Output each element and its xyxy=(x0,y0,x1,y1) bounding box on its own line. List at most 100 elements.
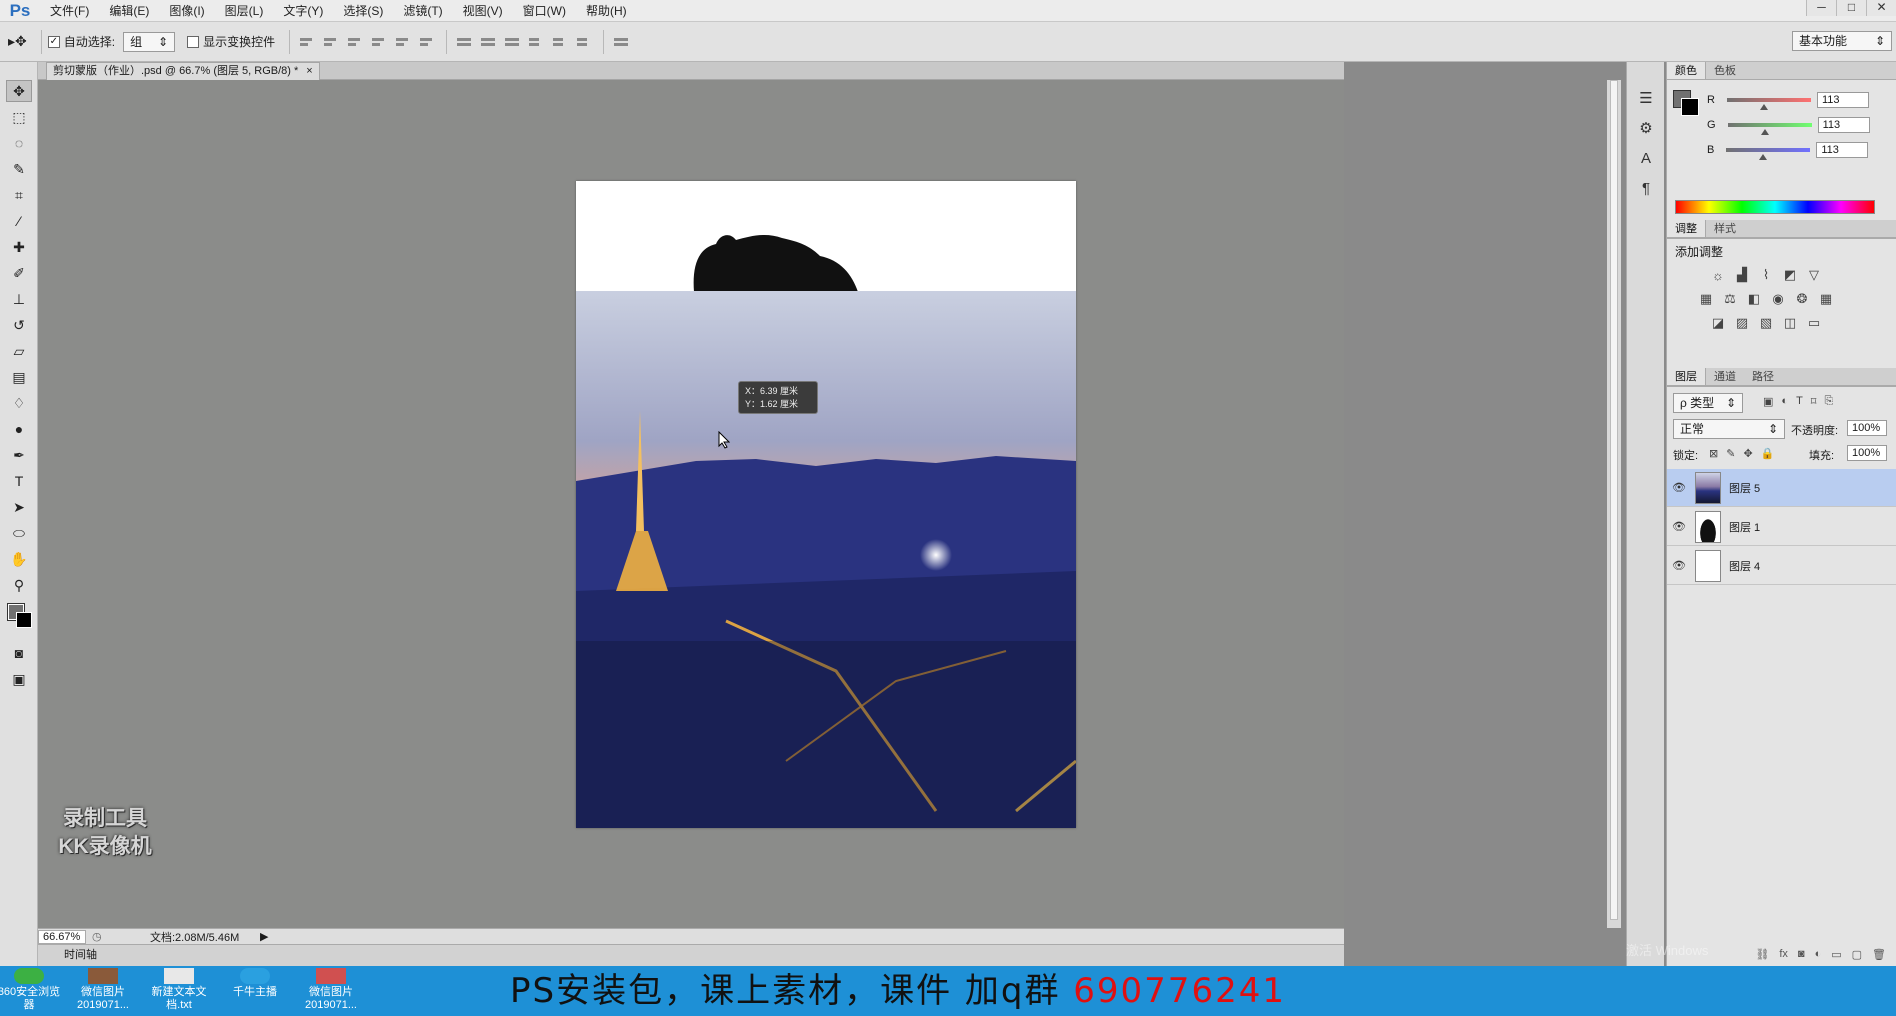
path-select-tool-icon[interactable]: ➤ xyxy=(6,496,32,518)
filter-smart-object-icon[interactable]: ⎘ xyxy=(1824,395,1833,408)
vertical-scrollbar[interactable] xyxy=(1607,80,1621,928)
levels-icon[interactable]: ▟ xyxy=(1733,267,1751,283)
taskbar-item-wechat-image-1[interactable]: 微信图片 2019071... xyxy=(68,968,138,1012)
filter-adjustment-icon[interactable]: ◐ xyxy=(1781,395,1788,408)
layer-row-4[interactable]: 👁 图层 4 xyxy=(1667,547,1896,585)
pen-tool-icon[interactable]: ✒ xyxy=(6,444,32,466)
document-tab[interactable]: 剪切蒙版（作业）.psd @ 66.7% (图层 5, RGB/8) * × xyxy=(46,62,320,80)
distribute-hcenter-icon[interactable] xyxy=(553,34,569,50)
black-white-icon[interactable]: ◧ xyxy=(1745,291,1763,307)
blend-mode-dropdown[interactable]: 正常 ⇕ xyxy=(1673,419,1785,439)
layer-style-icon[interactable]: fx xyxy=(1779,948,1788,966)
menu-filter[interactable]: 滤镜(T) xyxy=(393,2,452,19)
posterize-icon[interactable]: ▨ xyxy=(1733,315,1751,331)
minimize-button[interactable]: ─ xyxy=(1806,0,1836,16)
lock-all-icon[interactable]: 🔒 xyxy=(1761,447,1775,460)
red-slider-track[interactable] xyxy=(1726,98,1811,110)
menu-select[interactable]: 选择(S) xyxy=(333,2,393,19)
green-slider-track[interactable] xyxy=(1727,123,1812,135)
blue-value-field[interactable]: 113 xyxy=(1816,142,1869,158)
taskbar-item-qianniu[interactable]: 千牛主播 xyxy=(220,968,290,999)
type-tool-icon[interactable]: T xyxy=(6,470,32,492)
quick-mask-icon[interactable]: ◙ xyxy=(6,642,32,664)
red-value-field[interactable]: 113 xyxy=(1816,92,1869,108)
visibility-eye-icon[interactable]: 👁 xyxy=(1667,559,1691,572)
taskbar-item-text-file[interactable]: 新建文本文档.txt xyxy=(144,968,214,1012)
menu-edit[interactable]: 编辑(E) xyxy=(99,2,159,19)
tab-paths[interactable]: 路径 xyxy=(1744,368,1782,385)
auto-select-checkbox[interactable]: ✓ xyxy=(47,35,60,48)
exposure-icon[interactable]: ◩ xyxy=(1781,267,1799,283)
zoom-tool-icon[interactable]: ⚲ xyxy=(6,574,32,596)
distribute-left-icon[interactable] xyxy=(529,34,545,50)
lock-transparent-icon[interactable]: ⊠ xyxy=(1709,447,1718,460)
hue-saturation-icon[interactable]: ▦ xyxy=(1697,291,1715,307)
screen-mode-icon[interactable]: ▣ xyxy=(6,668,32,690)
add-mask-icon[interactable]: ◙ xyxy=(1798,948,1805,966)
dodge-tool-icon[interactable]: ● xyxy=(6,418,32,440)
align-left-icon[interactable] xyxy=(372,34,388,50)
move-tool-icon[interactable]: ✥ xyxy=(6,80,32,102)
tab-color[interactable]: 颜色 xyxy=(1667,62,1706,79)
layer-name[interactable]: 图层 4 xyxy=(1729,558,1760,574)
distribute-bottom-icon[interactable] xyxy=(505,34,521,50)
delete-layer-icon[interactable]: 🗑 xyxy=(1872,948,1886,966)
lock-pixels-icon[interactable]: ✎ xyxy=(1726,447,1735,460)
menu-type[interactable]: 文字(Y) xyxy=(273,2,333,19)
timeline-panel-tab[interactable]: 时间轴 xyxy=(38,944,1344,966)
new-layer-icon[interactable]: ▢ xyxy=(1852,948,1862,966)
paragraph-panel-icon[interactable]: ¶ xyxy=(1632,176,1660,200)
blue-slider-track[interactable] xyxy=(1726,148,1811,160)
visibility-eye-icon[interactable]: 👁 xyxy=(1667,481,1691,494)
distribute-vcenter-icon[interactable] xyxy=(481,34,497,50)
brightness-contrast-icon[interactable]: ☼ xyxy=(1709,267,1727,283)
invert-icon[interactable]: ◪ xyxy=(1709,315,1727,331)
color-swatches[interactable] xyxy=(4,602,34,636)
layer-name[interactable]: 图层 1 xyxy=(1729,519,1760,535)
opacity-field[interactable]: 100% xyxy=(1847,420,1887,436)
menu-help[interactable]: 帮助(H) xyxy=(576,2,637,19)
menu-layer[interactable]: 图层(L) xyxy=(215,2,274,19)
fill-field[interactable]: 100% xyxy=(1847,445,1887,461)
color-lookup-icon[interactable]: ▦ xyxy=(1817,291,1835,307)
blur-tool-icon[interactable]: ♢ xyxy=(6,392,32,414)
character-panel-icon[interactable]: A xyxy=(1632,146,1660,170)
eraser-tool-icon[interactable]: ▱ xyxy=(6,340,32,362)
align-hcenter-icon[interactable] xyxy=(396,34,412,50)
curves-icon[interactable]: ⌇ xyxy=(1757,267,1775,283)
align-bottom-icon[interactable] xyxy=(348,34,364,50)
vibrance-icon[interactable]: ▽ xyxy=(1805,267,1823,283)
layer-row-5[interactable]: 👁 图层 5 xyxy=(1667,469,1896,507)
lasso-tool-icon[interactable]: ◌ xyxy=(6,132,32,154)
menu-image[interactable]: 图像(I) xyxy=(159,2,214,19)
menu-file[interactable]: 文件(F) xyxy=(40,2,99,19)
layer-row-1[interactable]: 👁 图层 1 xyxy=(1667,508,1896,546)
tab-layers[interactable]: 图层 xyxy=(1667,368,1706,385)
filter-type-icon[interactable]: T xyxy=(1796,395,1803,408)
channel-mixer-icon[interactable]: ❂ xyxy=(1793,291,1811,307)
document-canvas[interactable] xyxy=(576,181,1076,828)
history-brush-tool-icon[interactable]: ↺ xyxy=(6,314,32,336)
status-menu-arrow-icon[interactable]: ▶ xyxy=(260,930,268,943)
menu-window[interactable]: 窗口(W) xyxy=(513,2,576,19)
marquee-tool-icon[interactable]: ⬚ xyxy=(6,106,32,128)
history-panel-icon[interactable]: ☰ xyxy=(1632,86,1660,110)
menu-view[interactable]: 视图(V) xyxy=(453,2,513,19)
blue-slider-thumb[interactable] xyxy=(1759,154,1768,160)
eyedropper-tool-icon[interactable]: ⁄ xyxy=(6,210,32,232)
filter-shape-icon[interactable]: ⌑ xyxy=(1811,395,1817,408)
taskbar-item-browser[interactable]: 360安全浏览器 xyxy=(0,968,64,1012)
new-adjustment-layer-icon[interactable]: ◐ xyxy=(1815,948,1822,966)
tab-swatches[interactable]: 色板 xyxy=(1706,62,1744,79)
tab-channels[interactable]: 通道 xyxy=(1706,368,1744,385)
align-right-icon[interactable] xyxy=(420,34,436,50)
crop-tool-icon[interactable]: ⌗ xyxy=(6,184,32,206)
align-top-icon[interactable] xyxy=(300,34,316,50)
layer-name[interactable]: 图层 5 xyxy=(1729,480,1760,496)
tab-styles[interactable]: 样式 xyxy=(1706,220,1744,237)
taskbar-item-wechat-image-2[interactable]: 微信图片 2019071... xyxy=(296,968,366,1012)
quick-select-tool-icon[interactable]: ✎ xyxy=(6,158,32,180)
ellipse-tool-icon[interactable]: ⬭ xyxy=(6,522,32,544)
align-vcenter-icon[interactable] xyxy=(324,34,340,50)
auto-select-target-dropdown[interactable]: 组 ⇕ xyxy=(123,31,176,52)
